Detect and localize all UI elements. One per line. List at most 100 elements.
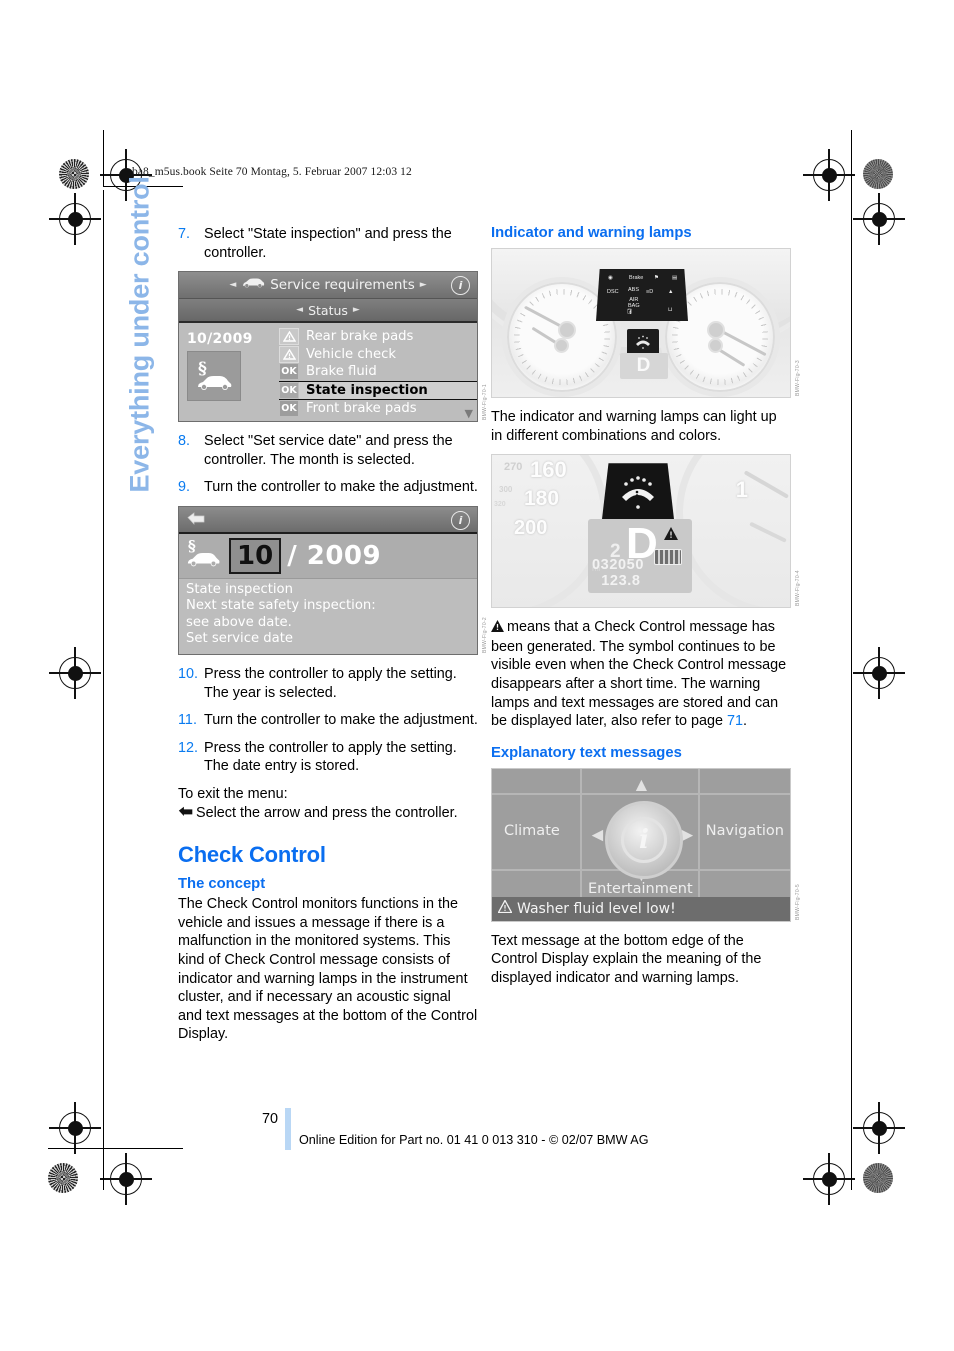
list-item: 10. Press the controller to apply the se… — [178, 665, 478, 702]
subsection-title: Indicator and warning lamps — [491, 225, 692, 241]
list-item[interactable]: OK Brake fluid — [279, 363, 477, 381]
step-number: 9. — [178, 479, 191, 496]
page-number: 70 — [262, 1111, 279, 1127]
warning-triangle-icon — [491, 619, 504, 638]
lamp-fog-icon: ▲ — [668, 289, 674, 295]
idrive-option-list: Rear brake pads Vehicle check OK Brake f… — [279, 323, 477, 421]
step-text: Press the controller to apply the settin… — [204, 739, 457, 775]
inspection-car-icon: § — [187, 351, 241, 402]
print-starburst-mark — [863, 159, 893, 189]
lamp-dsc-icon: ◉ — [608, 275, 613, 281]
step-number: 8. — [178, 433, 191, 450]
scale-label-160: 160 — [530, 457, 567, 483]
back-arrow-icon[interactable] — [187, 511, 206, 529]
ok-badge: OK — [279, 363, 299, 381]
step-text: Press the controller to apply the settin… — [204, 665, 457, 701]
odometer-reading: 032050 123.8 — [592, 557, 692, 589]
step-number: 7. — [178, 226, 191, 242]
warning-triangle-icon — [664, 527, 678, 545]
registration-mark-top-right — [803, 149, 855, 201]
step-number: 12. — [178, 739, 199, 756]
step-number: 10. — [178, 665, 199, 682]
status-message-bar: Washer fluid level low! — [492, 896, 790, 921]
instrument-cluster-photo: ◉ Brake ⚑ ▤ DSC ABS ≡D ▲ AIR BAG 🛢 ⊔ D — [491, 248, 791, 398]
page-reference-link[interactable]: 71 — [727, 713, 743, 729]
figure-id-code: BMW-Fig-70-5 — [795, 883, 801, 920]
menu-item-navigation[interactable]: Navigation — [706, 823, 784, 839]
warning-triangle-icon — [497, 899, 513, 917]
figure-id-code: BMW-Fig-70-2 — [482, 616, 488, 653]
info-icon: i — [451, 276, 470, 296]
tachometer-ring — [676, 455, 790, 608]
idrive-body: 10/2009 § Rear brake pads Vehicle check … — [179, 323, 477, 422]
list-item[interactable]: Rear brake pads — [279, 328, 477, 346]
figure-instrument-cluster: ◉ Brake ⚑ ▤ DSC ABS ≡D ▲ AIR BAG 🛢 ⊔ D B… — [491, 248, 801, 398]
registration-mark-bottom-left — [100, 1153, 152, 1205]
idrive-screen-service-requirements: ◄ Service requirements ► i ◄ Status ► 10… — [178, 271, 478, 423]
warning-paragraph-end: . — [743, 713, 748, 730]
figure-id-code: BMW-Fig-70-3 — [795, 359, 801, 396]
scale-tick-300: 300 — [499, 485, 513, 495]
gear-panel: 2 D mi 032050 123.8 — [588, 519, 692, 594]
chapter-side-tab: Everything under control — [124, 176, 155, 493]
speedometer-detail-photo: 270 300 320 160 180 200 1 2 D mi 032050 … — [491, 454, 791, 609]
needle-hub — [554, 338, 569, 353]
print-starburst-mark — [863, 1163, 893, 1193]
list-item: 8. Select "Set service date" and press t… — [178, 432, 478, 469]
description-line: see above date. — [186, 614, 292, 630]
list-item: 7. Select "State inspection" and press t… — [178, 225, 478, 262]
print-starburst-mark — [59, 159, 89, 189]
month-field-selected[interactable]: 10 — [229, 537, 282, 574]
subsection-title: The concept — [178, 876, 266, 893]
scale-label-180: 180 — [524, 487, 560, 511]
warning-lamp-panel: ◉ Brake ⚑ ▤ DSC ABS ≡D ▲ AIR BAG 🛢 ⊔ — [596, 269, 688, 321]
idrive-controller-graphic[interactable]: i — [605, 800, 683, 879]
step-text: Turn the controller to make the adjustme… — [204, 479, 478, 496]
figure-speedometer-detail: 270 300 320 160 180 200 1 2 D mi 032050 … — [491, 454, 801, 609]
right-column: Indicator and warning lamps ◉ Brake ⚑ ▤ … — [491, 225, 801, 997]
warning-triangle-icon — [279, 345, 299, 363]
lamp-oil-icon: 🛢 — [626, 309, 633, 315]
year-field[interactable]: / 2009 — [287, 541, 381, 571]
step-text: Select "Set service date" and press the … — [204, 433, 453, 468]
crop-line-top-vert — [103, 130, 104, 186]
menu-item-climate[interactable]: Climate — [504, 823, 560, 839]
inspection-car-icon: § — [185, 536, 223, 576]
washer-fluid-lamp — [602, 463, 674, 520]
warning-triangle-icon — [279, 328, 299, 346]
registration-mark-right-lower — [853, 1102, 905, 1154]
lamp-dsc-off-icon: DSC — [607, 289, 619, 295]
list-item-label: Front brake pads — [306, 401, 417, 417]
lamp-highbeam-icon: ≡D — [646, 289, 654, 295]
idrive-header-bar: i — [179, 506, 477, 534]
tach-label-1: 1 — [735, 477, 748, 503]
idrive-sub-title: Status — [308, 302, 348, 318]
description-line: State inspection — [186, 581, 293, 597]
list-item-selected[interactable]: OK State inspection — [279, 380, 477, 401]
lamp-airbag-icon: AIR BAG — [628, 297, 640, 309]
list-item[interactable]: OK Front brake pads — [279, 400, 477, 418]
date-description-block: State inspection Next state safety inspe… — [179, 578, 477, 654]
needle-hub — [707, 321, 725, 339]
list-item-label: Brake fluid — [306, 364, 377, 380]
explanatory-caption: Text message at the bottom edge of the C… — [491, 932, 762, 986]
back-arrow-icon — [178, 804, 194, 823]
crop-line-right-vert — [851, 130, 852, 1190]
left-column: 7. Select "State inspection" and press t… — [178, 225, 488, 1053]
registration-mark-left-lower — [49, 1102, 101, 1154]
list-item-label: Rear brake pads — [306, 329, 414, 345]
list-item-label: Vehicle check — [306, 346, 396, 362]
scale-tick-270: 270 — [504, 461, 523, 474]
list-item[interactable]: Vehicle check — [279, 345, 477, 364]
description-line: Next state safety inspection: — [186, 598, 376, 614]
idrive-screen-set-date: i § 10 / 2009 State inspection Next stat… — [178, 505, 478, 655]
svg-text:§: § — [198, 359, 207, 379]
chevron-down-icon[interactable]: ▼ — [465, 407, 473, 420]
list-item: 12. Press the controller to apply the se… — [178, 739, 478, 776]
crop-line-left-vert — [103, 190, 104, 1190]
step-text: Select "State inspection" and press the … — [204, 226, 452, 261]
chevron-left-icon: ◄ — [229, 280, 237, 291]
gear-indicator: D — [620, 353, 668, 379]
odometer-value: 032050 — [592, 557, 644, 574]
figure-service-requirements: ◄ Service requirements ► i ◄ Status ► 10… — [178, 271, 488, 423]
